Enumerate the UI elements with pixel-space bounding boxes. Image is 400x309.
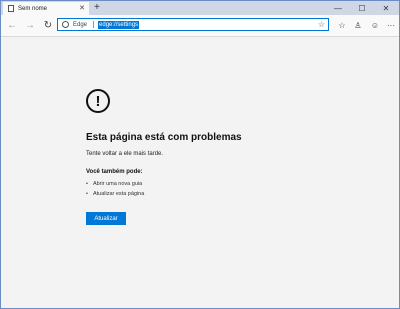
new-tab-button[interactable]: +	[94, 2, 100, 14]
refresh-icon[interactable]: ↻	[41, 18, 55, 32]
maximize-button[interactable]: ☐	[351, 1, 373, 15]
forward-arrow-icon[interactable]: →	[23, 18, 37, 32]
error-subtext: Tente voltar a ele mais tarde.	[86, 151, 164, 157]
favorite-star-icon[interactable]: ☆	[318, 19, 325, 30]
refresh-button[interactable]: Atualizar	[86, 212, 126, 225]
tab-close-icon[interactable]: ✕	[79, 4, 85, 13]
toolbar: ← → ↻ Edge edge://settings ☆ ☆ ♙ ☺ ···	[1, 15, 399, 37]
title-bar: Sem nome ✕ + — ☐ ✕	[1, 1, 399, 15]
profile-icon[interactable]: ♙	[351, 18, 365, 32]
options-heading: Você também pode:	[86, 169, 143, 175]
address-separator	[93, 21, 95, 28]
emoji-feedback-icon[interactable]: ☺	[368, 18, 382, 32]
favorites-icon[interactable]: ☆	[335, 18, 349, 32]
edge-icon	[62, 21, 69, 28]
close-window-button[interactable]: ✕	[375, 1, 397, 15]
error-page: ! Esta página está com problemas Tente v…	[1, 37, 399, 308]
address-bar[interactable]: Edge edge://settings ☆	[57, 18, 329, 31]
more-menu-icon[interactable]: ···	[384, 18, 398, 32]
page-icon	[8, 5, 14, 12]
back-arrow-icon[interactable]: ←	[5, 18, 19, 32]
tab-sem-nome[interactable]: Sem nome ✕	[3, 2, 89, 15]
tab-title: Sem nome	[18, 5, 48, 12]
minimize-button[interactable]: —	[327, 1, 349, 15]
url-text[interactable]: edge://settings	[98, 20, 140, 29]
error-exclamation-icon: !	[86, 89, 110, 113]
browser-window: Sem nome ✕ + — ☐ ✕ ← → ↻ Edge edge://set…	[0, 0, 400, 309]
list-item: Atualizar esta página	[86, 189, 144, 199]
options-list: Abrir uma nova guia Atualizar esta págin…	[86, 179, 144, 199]
page-title: Esta página está com problemas	[86, 132, 242, 143]
list-item: Abrir uma nova guia	[86, 179, 144, 189]
browser-label: Edge	[73, 21, 88, 28]
